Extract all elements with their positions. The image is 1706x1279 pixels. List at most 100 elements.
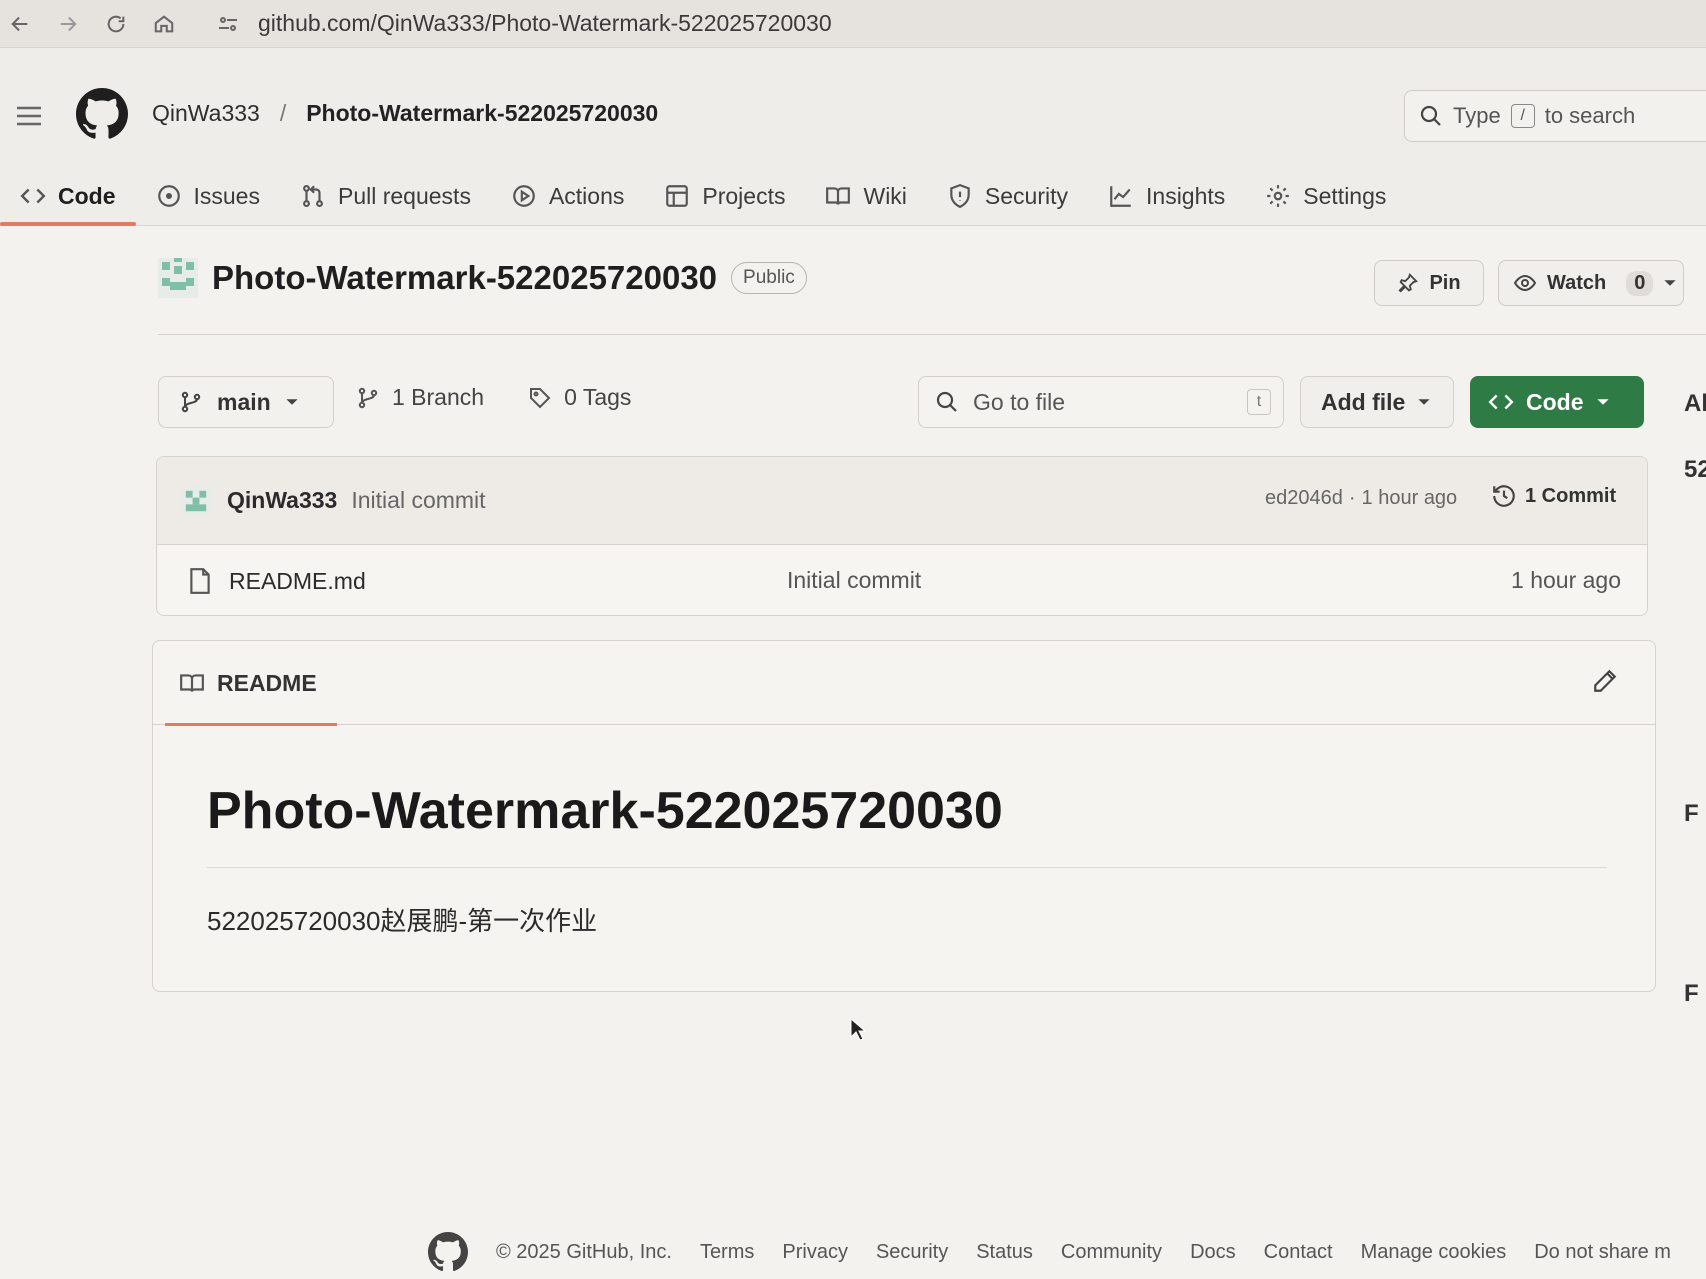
readme-panel: README Photo-Watermark-522025720030 5220…	[152, 640, 1656, 992]
tab-label: Code	[58, 182, 116, 209]
play-icon	[511, 183, 537, 209]
repo-link[interactable]: Photo-Watermark-522025720030	[306, 100, 658, 127]
branch-icon	[356, 386, 380, 410]
footer: © 2025 GitHub, Inc. Terms Privacy Securi…	[428, 1232, 1671, 1272]
go-to-file-shortcut: t	[1247, 389, 1271, 415]
book-icon	[825, 183, 851, 209]
add-file-button[interactable]: Add file	[1300, 376, 1454, 428]
footer-link-community[interactable]: Community	[1061, 1241, 1162, 1264]
commit-hash[interactable]: ed2046d	[1265, 487, 1343, 510]
search-prefix: Type	[1453, 103, 1501, 128]
tab-code[interactable]: Code	[0, 166, 136, 226]
sidebar-fragment: F	[1684, 800, 1699, 827]
footer-link-privacy[interactable]: Privacy	[782, 1241, 848, 1264]
search-suffix: to search	[1544, 103, 1636, 128]
address-bar[interactable]: github.com/QinWa333/Photo-Watermark-5220…	[204, 4, 1644, 44]
breadcrumb-separator: /	[279, 100, 287, 126]
footer-link-security[interactable]: Security	[876, 1241, 948, 1264]
commit-author[interactable]: QinWa333	[227, 487, 337, 514]
footer-link-status[interactable]: Status	[976, 1241, 1033, 1264]
tab-label: Insights	[1146, 182, 1226, 209]
tab-actions[interactable]: Actions	[491, 166, 644, 226]
tab-readme[interactable]: README	[165, 641, 337, 726]
github-header: QinWa333 / Photo-Watermark-522025720030 …	[0, 48, 1706, 226]
tag-count-link[interactable]: 0 Tags	[564, 384, 631, 411]
tab-security[interactable]: Security	[927, 166, 1088, 226]
footer-link-contact[interactable]: Contact	[1264, 1241, 1333, 1264]
divider	[207, 867, 1607, 868]
tag-icon	[528, 386, 552, 410]
footer-link-do-not-share[interactable]: Do not share m	[1534, 1241, 1671, 1264]
commit-message[interactable]: Initial commit	[351, 487, 485, 514]
footer-link-terms[interactable]: Terms	[700, 1241, 754, 1264]
pin-label: Pin	[1429, 271, 1461, 294]
book-icon	[179, 670, 205, 696]
tab-label: Projects	[702, 182, 786, 209]
table-row[interactable]: README.md Initial commit 1 hour ago	[157, 545, 1647, 615]
back-icon[interactable]	[0, 4, 40, 44]
go-to-file-placeholder: Go to file	[973, 388, 1066, 415]
footer-link-docs[interactable]: Docs	[1190, 1241, 1236, 1264]
pencil-icon[interactable]	[1591, 667, 1619, 695]
readme-heading: Photo-Watermark-522025720030	[207, 782, 1003, 840]
issue-icon	[156, 183, 182, 209]
repo-nav-tabs: Code Issues Pull requests Actions Projec…	[0, 166, 1406, 226]
code-icon	[1488, 389, 1514, 415]
branch-count-link[interactable]: 1 Branch	[392, 384, 484, 411]
menu-icon[interactable]	[12, 100, 46, 132]
chevron-down-icon	[1596, 395, 1610, 409]
pull-request-icon	[300, 183, 326, 209]
tab-insights[interactable]: Insights	[1088, 166, 1245, 226]
about-sidebar-clipped: Al 52 F F	[1676, 380, 1706, 1120]
home-icon[interactable]	[144, 4, 184, 44]
table-icon	[664, 183, 690, 209]
tab-settings[interactable]: Settings	[1245, 166, 1406, 226]
file-last-commit[interactable]: Initial commit	[787, 567, 921, 594]
github-logo-icon[interactable]	[76, 88, 128, 140]
add-file-label: Add file	[1321, 388, 1406, 415]
tab-wiki[interactable]: Wiki	[805, 166, 926, 226]
commit-time: 1 hour ago	[1361, 487, 1458, 509]
search-icon	[1419, 104, 1443, 128]
tab-label: Settings	[1303, 182, 1387, 209]
repo-name[interactable]: Photo-Watermark-522025720030	[212, 259, 717, 297]
branch-select[interactable]: main	[158, 376, 334, 428]
footer-copyright: © 2025 GitHub, Inc.	[496, 1240, 672, 1263]
pin-icon	[1397, 272, 1419, 294]
site-settings-icon[interactable]	[216, 12, 240, 36]
file-name[interactable]: README.md	[229, 568, 366, 595]
forward-icon[interactable]	[48, 4, 88, 44]
github-logo-icon[interactable]	[428, 1232, 468, 1272]
commit-history-link[interactable]: 1 Commit	[1491, 483, 1616, 509]
branch-icon	[179, 390, 203, 414]
code-icon	[20, 183, 46, 209]
tab-label: Pull requests	[337, 182, 471, 209]
search-input[interactable]: Type / to search	[1404, 90, 1706, 142]
pin-button[interactable]: Pin	[1374, 260, 1484, 306]
branch-name: main	[217, 388, 271, 415]
reload-icon[interactable]	[96, 4, 136, 44]
graph-icon	[1108, 183, 1134, 209]
tab-issues[interactable]: Issues	[136, 166, 280, 226]
file-table: QinWa333 Initial commit ed2046d · 1 hour…	[156, 456, 1648, 616]
go-to-file-input[interactable]: Go to file t	[918, 376, 1284, 428]
avatar[interactable]	[179, 483, 213, 518]
avatar[interactable]	[158, 258, 198, 298]
code-button[interactable]: Code	[1470, 376, 1644, 428]
file-icon	[187, 566, 213, 596]
tab-projects[interactable]: Projects	[644, 166, 805, 226]
footer-link-manage-cookies[interactable]: Manage cookies	[1361, 1241, 1507, 1264]
commit-meta-dot: ·	[1348, 487, 1356, 509]
tab-label: Issues	[193, 182, 260, 209]
branch-tag-info: 1 Branch 0 Tags	[356, 384, 631, 411]
latest-commit-row: QinWa333 Initial commit ed2046d · 1 hour…	[157, 457, 1647, 545]
readme-body: 522025720030赵展鹏-第一次作业	[207, 906, 598, 936]
readme-tab-label: README	[217, 669, 317, 696]
mouse-cursor-icon	[850, 1018, 866, 1041]
owner-link[interactable]: QinWa333	[152, 100, 260, 127]
watch-button[interactable]: Watch 0	[1498, 260, 1684, 306]
commit-count-label: 1 Commit	[1525, 484, 1617, 507]
tab-label: Wiki	[863, 182, 907, 209]
tab-pull-requests[interactable]: Pull requests	[280, 166, 491, 226]
chevron-down-icon	[1417, 395, 1431, 409]
